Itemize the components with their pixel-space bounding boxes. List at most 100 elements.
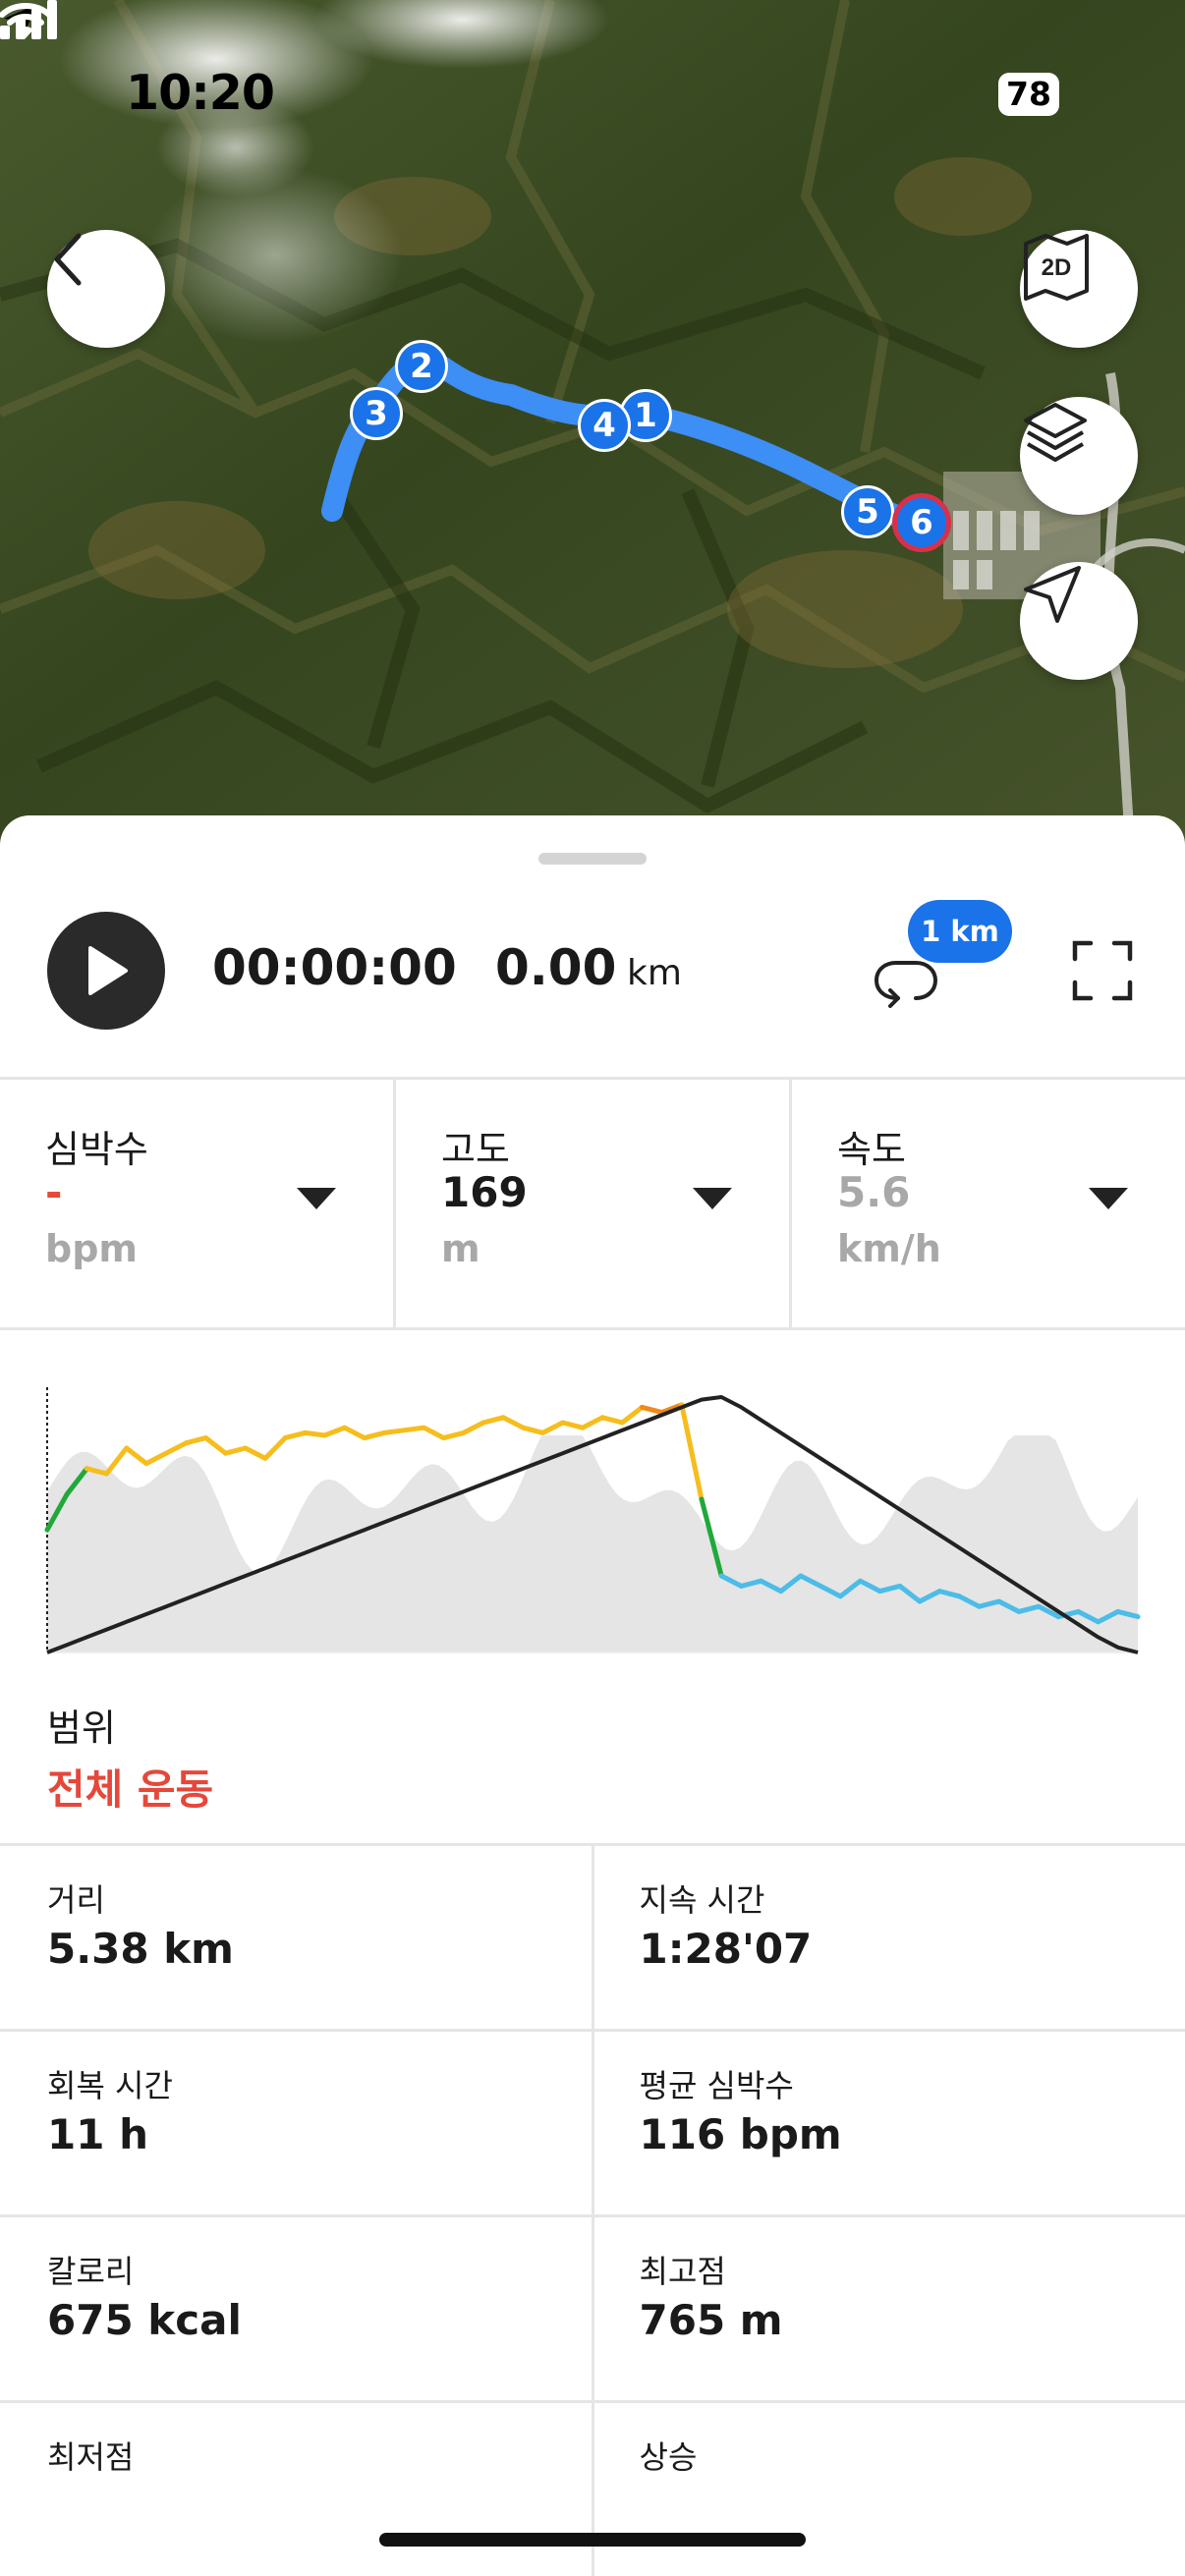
- stat-recovery-time: 회복 시간 11 h: [0, 2032, 594, 2214]
- map-layers-button[interactable]: [1020, 397, 1138, 515]
- stats-row: 최저점 상승: [0, 2400, 1185, 2576]
- chart-background-area: [47, 1435, 1138, 1652]
- heart-rate-segment: [342, 1425, 367, 1441]
- playback-distance-unit: km: [627, 953, 682, 993]
- heart-rate-segment: [183, 1435, 208, 1446]
- heart-rate-segment: [540, 1420, 566, 1435]
- back-chevron-icon: [54, 233, 82, 286]
- stat-label: 평균 심박수: [639, 2067, 794, 2104]
- route-marker-end[interactable]: 6: [892, 493, 951, 552]
- route-marker-4[interactable]: 4: [578, 399, 631, 452]
- heart-rate-segment: [104, 1445, 130, 1477]
- wifi-icon: [0, 3, 51, 38]
- heart-rate-segment: [580, 1415, 605, 1430]
- status-time: 10:20: [126, 65, 275, 121]
- metric-label: 심박수: [45, 1128, 148, 1171]
- stats-row: 칼로리 675 kcal 최고점 765 m: [0, 2214, 1185, 2400]
- stat-ascent: 상승: [594, 2403, 1185, 2576]
- heart-rate-segment: [124, 1445, 149, 1467]
- stats-row: 회복 시간 11 h 평균 심박수 116 bpm: [0, 2029, 1185, 2214]
- layers-icon: [1024, 403, 1087, 462]
- workout-graph[interactable]: [43, 1377, 1144, 1672]
- play-button[interactable]: [47, 912, 165, 1030]
- heart-rate-segment: [441, 1429, 467, 1441]
- route-marker-2[interactable]: 2: [395, 340, 448, 393]
- navigate-button[interactable]: [1020, 562, 1138, 680]
- metric-unit: bpm: [45, 1227, 138, 1270]
- status-bar: 10:20 78: [0, 0, 1185, 187]
- stat-value: 1:28'07: [639, 1925, 813, 1973]
- stat-highest-point: 최고점 765 m: [594, 2217, 1185, 2400]
- speed-metric[interactable]: 속도 5.6 km/h: [792, 1080, 1185, 1327]
- metric-selectors: 심박수 - bpm 고도 169 m 속도 5.6 km/h: [0, 1077, 1185, 1330]
- 2d-map-icon: 2D: [1024, 234, 1089, 301]
- heart-rate-segment: [619, 1404, 645, 1426]
- play-icon: [88, 946, 128, 995]
- playback-elapsed: 00:00:00: [212, 939, 457, 996]
- dropdown-caret-icon[interactable]: [693, 1188, 732, 1211]
- stat-duration: 지속 시간 1:28'07: [594, 1846, 1185, 2029]
- stat-value: 11 h: [47, 2110, 148, 2158]
- stats-grid: 거리 5.38 km 지속 시간 1:28'07 회복 시간 11 h 평균 심…: [0, 1843, 1185, 2576]
- range-label: 범위: [47, 1707, 116, 1750]
- heart-rate-segment: [560, 1420, 586, 1430]
- fullscreen-icon[interactable]: [1071, 939, 1134, 1002]
- dropdown-caret-icon[interactable]: [297, 1188, 336, 1211]
- stat-label: 회복 시간: [47, 2067, 173, 2104]
- heart-rate-segment: [500, 1415, 526, 1430]
- stat-value: 675 kcal: [47, 2296, 242, 2344]
- route-map[interactable]: 1 2 3 4 5 6 10:20 78 2D: [0, 0, 1185, 845]
- heart-rate-segment: [302, 1429, 327, 1438]
- stats-row: 거리 5.38 km 지속 시간 1:28'07: [0, 1843, 1185, 2029]
- stat-label: 최저점: [47, 2438, 135, 2476]
- stat-label: 지속 시간: [639, 1881, 765, 1919]
- heart-rate-segment: [223, 1445, 249, 1456]
- route-marker-5[interactable]: 5: [841, 485, 894, 538]
- heart-rate-segment: [381, 1428, 407, 1435]
- stat-value: 765 m: [639, 2296, 783, 2344]
- home-indicator[interactable]: [379, 2533, 806, 2547]
- map-mode-label: 2D: [1042, 254, 1072, 281]
- stat-label: 거리: [47, 1881, 105, 1919]
- back-button[interactable]: [47, 230, 165, 348]
- heart-rate-segment: [262, 1435, 288, 1461]
- lap-distance-badge[interactable]: 1 km: [908, 900, 1012, 963]
- heart-rate-segment: [520, 1425, 545, 1435]
- stat-label: 최고점: [639, 2253, 726, 2290]
- metric-value: 5.6: [837, 1168, 911, 1216]
- dropdown-caret-icon[interactable]: [1089, 1188, 1128, 1211]
- stat-label: 칼로리: [47, 2253, 135, 2290]
- heart-rate-segment: [599, 1415, 625, 1426]
- playback-distance: 0.00: [495, 939, 617, 996]
- map-2d-button[interactable]: 2D: [1020, 230, 1138, 348]
- stat-value: 116 bpm: [639, 2110, 842, 2158]
- heart-rate-segment: [163, 1440, 189, 1456]
- stat-lowest-point: 최저점: [0, 2403, 594, 2576]
- heart-rate-metric[interactable]: 심박수 - bpm: [0, 1080, 396, 1327]
- stat-label: 상승: [639, 2438, 698, 2476]
- metric-label: 고도: [441, 1128, 510, 1171]
- battery-icon: 78: [998, 73, 1059, 116]
- stat-average-heart-rate: 평균 심박수 116 bpm: [594, 2032, 1185, 2214]
- heart-rate-segment: [203, 1435, 229, 1456]
- range-value[interactable]: 전체 운동: [47, 1757, 213, 1817]
- metric-unit: m: [441, 1227, 480, 1270]
- heart-rate-segment: [480, 1415, 506, 1426]
- altitude-metric[interactable]: 고도 169 m: [396, 1080, 792, 1327]
- heart-rate-segment: [679, 1402, 705, 1502]
- stat-calories: 칼로리 675 kcal: [0, 2217, 594, 2400]
- metric-value: 169: [441, 1168, 528, 1216]
- heart-rate-segment: [243, 1445, 268, 1461]
- heart-rate-segment: [422, 1425, 447, 1441]
- metric-value: -: [45, 1168, 63, 1216]
- heart-rate-segment: [322, 1425, 348, 1438]
- heart-rate-segment: [461, 1420, 486, 1435]
- metric-unit: km/h: [837, 1227, 941, 1270]
- route-marker-3[interactable]: 3: [350, 387, 403, 440]
- heart-rate-segment: [362, 1429, 387, 1441]
- stat-distance: 거리 5.38 km: [0, 1846, 594, 2029]
- navigate-icon: [1024, 566, 1081, 623]
- sheet-grabber[interactable]: [538, 853, 647, 865]
- heart-rate-segment: [143, 1450, 169, 1467]
- metric-label: 속도: [837, 1128, 906, 1171]
